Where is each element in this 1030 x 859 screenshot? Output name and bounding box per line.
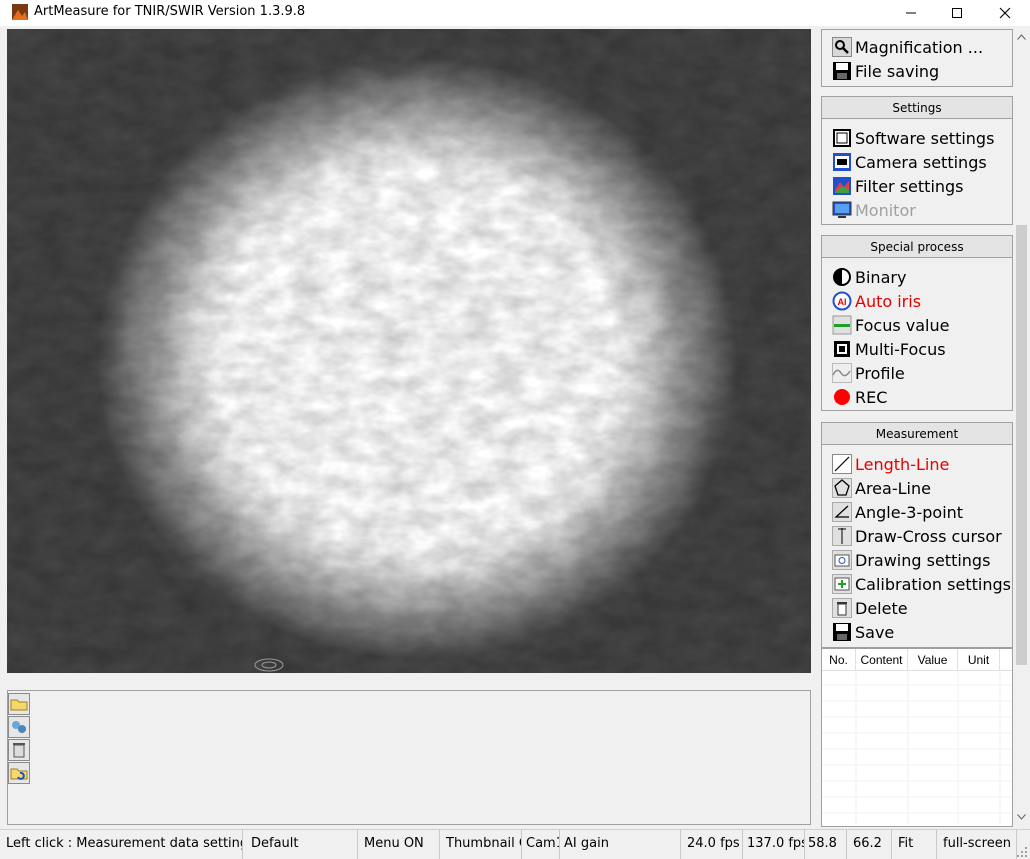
column-no[interactable]: No.	[822, 649, 856, 670]
results-grid	[822, 671, 1012, 825]
settings-title: Settings	[822, 97, 1012, 119]
column-unit[interactable]: Unit	[958, 649, 1000, 670]
window-title: ArtMeasure for TNIR/SWIR Version 1.3.9.8	[34, 4, 306, 19]
column-value[interactable]: Value	[908, 649, 958, 670]
length-line-icon	[832, 454, 852, 474]
status-value-2: 66.2	[847, 830, 892, 859]
special-process-title: Special process	[822, 236, 1012, 258]
menu-calibration-settings[interactable]: Calibration settings	[832, 573, 1011, 595]
close-button[interactable]	[982, 0, 1028, 26]
title-bar: ArtMeasure for TNIR/SWIR Version 1.3.9.8	[0, 0, 1030, 26]
vertical-scrollbar[interactable]	[1013, 29, 1030, 827]
close-icon	[999, 7, 1011, 19]
scroll-down-icon[interactable]	[1017, 814, 1026, 820]
scrollbar-thumb[interactable]	[1016, 225, 1027, 665]
measurement-results-table[interactable]: No. Content Value Unit	[821, 648, 1013, 827]
status-thumbnail[interactable]: Thumbnail O	[440, 830, 522, 859]
area-line-icon	[832, 478, 852, 498]
delete-icon	[832, 598, 852, 618]
scroll-up-icon[interactable]	[1017, 34, 1026, 40]
status-full-screen[interactable]: full-screen	[937, 830, 1017, 859]
calibration-icon	[832, 574, 852, 594]
thumbnail-area[interactable]	[7, 690, 811, 825]
filter-icon	[833, 177, 851, 195]
results-header: No. Content Value Unit	[822, 649, 1012, 671]
menu-software-settings[interactable]: Software settings	[832, 127, 994, 149]
special-process-group: Special process Binary AI Auto iris Focu…	[821, 235, 1013, 411]
angle-icon	[832, 502, 852, 522]
status-cam[interactable]: Cam1	[522, 830, 560, 859]
menu-monitor[interactable]: Monitor	[832, 199, 916, 221]
open-folder-icon[interactable]	[8, 693, 30, 715]
save-icon	[833, 623, 851, 641]
status-profile[interactable]: Default	[245, 830, 358, 859]
refresh-folder-icon[interactable]	[8, 762, 30, 784]
cross-cursor-icon	[832, 526, 852, 546]
minimize-button[interactable]	[888, 0, 934, 26]
settings-group: Settings Software settings Camera settin…	[821, 96, 1013, 225]
multi-focus-icon	[834, 341, 850, 357]
menu-delete[interactable]: Delete	[832, 597, 908, 619]
status-fit[interactable]: Fit	[892, 830, 937, 859]
status-fps-camera: 137.0 fps	[743, 830, 805, 859]
menu-save[interactable]: Save	[832, 621, 894, 643]
status-menu[interactable]: Menu ON	[358, 830, 440, 859]
rec-icon	[834, 389, 850, 405]
resize-grip-icon[interactable]	[1017, 847, 1028, 858]
profile-icon	[832, 363, 852, 383]
auto-iris-icon: AI	[832, 291, 852, 311]
menu-auto-iris[interactable]: AI Auto iris	[832, 290, 921, 312]
minimize-icon	[906, 12, 916, 14]
app-icon	[12, 4, 28, 20]
menu-filter-settings[interactable]: Filter settings	[832, 175, 964, 197]
status-value-1: 58.8	[805, 830, 847, 859]
menu-focus-value[interactable]: Focus value	[832, 314, 949, 336]
maximize-button[interactable]	[934, 0, 980, 26]
menu-magnification[interactable]: Magnification ...	[832, 36, 983, 58]
drawing-settings-icon	[832, 550, 852, 570]
menu-rec[interactable]: REC	[832, 386, 887, 408]
maximize-icon	[952, 8, 962, 18]
menu-multi-focus[interactable]: Multi-Focus	[832, 338, 946, 360]
status-fps-display: 24.0 fps	[681, 830, 743, 859]
menu-length-line[interactable]: Length-Line	[832, 453, 949, 475]
binary-icon	[833, 268, 851, 286]
software-icon	[833, 129, 851, 147]
top-menu-group: Magnification ... File saving	[821, 29, 1013, 87]
floppy-icon	[833, 62, 851, 80]
status-bar: Left click : Measurement data settings D…	[0, 829, 1030, 859]
menu-draw-cross-cursor[interactable]: Draw-Cross cursor	[832, 525, 1002, 547]
magnifier-icon	[832, 37, 852, 57]
menu-profile[interactable]: Profile	[832, 362, 905, 384]
camera-icon	[833, 153, 851, 171]
right-panel: Magnification ... File saving Settings S…	[821, 29, 1013, 827]
status-gain[interactable]: AI gain	[560, 830, 681, 859]
camera-image[interactable]	[7, 29, 811, 673]
status-hint: Left click : Measurement data settings	[0, 830, 243, 859]
measurement-group: Measurement Length-Line Area-Line Angle-…	[821, 422, 1013, 648]
menu-file-saving[interactable]: File saving	[832, 60, 939, 82]
menu-area-line[interactable]: Area-Line	[832, 477, 931, 499]
column-content[interactable]: Content	[856, 649, 908, 670]
trash-icon[interactable]	[8, 739, 30, 761]
exchange-icon[interactable]	[8, 716, 30, 738]
menu-angle-3-point[interactable]: Angle-3-point	[832, 501, 963, 523]
svg-text:AI: AI	[838, 297, 847, 307]
monitor-icon	[832, 201, 852, 218]
menu-camera-settings[interactable]: Camera settings	[832, 151, 987, 173]
menu-drawing-settings[interactable]: Drawing settings	[832, 549, 990, 571]
measurement-title: Measurement	[822, 423, 1012, 445]
menu-binary[interactable]: Binary	[832, 266, 906, 288]
focus-value-icon	[832, 315, 852, 335]
